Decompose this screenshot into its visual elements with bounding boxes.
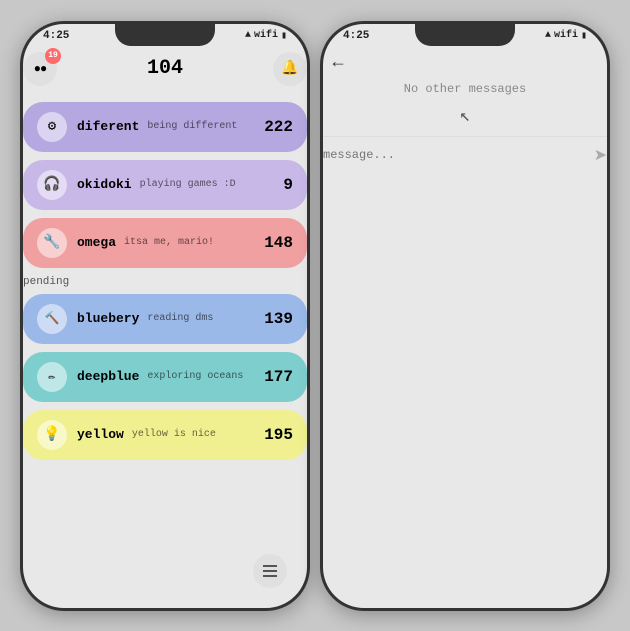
contact-status-deepblue: exploring oceans <box>147 371 243 382</box>
wifi-icon: wifi <box>254 30 278 41</box>
contact-info-omega: omega itsa me, mario! <box>77 235 264 250</box>
time-1: 4:25 <box>43 30 69 42</box>
menu-button[interactable]: ●● 19 <box>23 52 57 86</box>
message-input[interactable] <box>323 148 586 162</box>
no-messages-text: No other messages <box>404 82 526 96</box>
hamburger-icon <box>263 565 277 577</box>
contact-status-diferent: being different <box>147 121 237 132</box>
cursor-icon: ↖ <box>460 105 471 127</box>
phone-2: 4:25 ▲ wifi ▮ ← No other messages ↖ <box>320 21 610 611</box>
contact-card-deepblue[interactable]: ✏ deepblue exploring oceans 177 <box>23 352 307 402</box>
avatar-bluebery: 🔨 <box>37 304 67 334</box>
status-icons-2: ▲ wifi ▮ <box>545 30 587 42</box>
contact-name-omega: omega <box>77 235 116 250</box>
contact-score-omega: 148 <box>264 234 293 252</box>
avatar-omega: 🔧 <box>37 228 67 258</box>
contact-name-deepblue: deepblue <box>77 369 139 384</box>
contact-status-bluebery: reading dms <box>147 313 213 324</box>
signal-icon-2: ▲ <box>545 30 551 41</box>
bottom-menu-button[interactable] <box>253 554 287 588</box>
contact-card-okidoki[interactable]: 🎧 okidoki playing games :D 9 <box>23 160 307 210</box>
avatar-deepblue: ✏ <box>37 362 67 392</box>
phone-1: 4:25 ▲ wifi ▮ ●● 19 104 🔔 ⚙ <box>20 21 310 611</box>
contact-score-deepblue: 177 <box>264 368 293 386</box>
avatar-diferent: ⚙ <box>37 112 67 142</box>
contact-score-bluebery: 139 <box>264 310 293 328</box>
battery-icon-2: ▮ <box>581 30 587 42</box>
contact-card-yellow[interactable]: 💡 yellow yellow is nice 195 <box>23 410 307 460</box>
contact-info-deepblue: deepblue exploring oceans <box>77 369 264 384</box>
send-button[interactable]: ➤ <box>594 145 607 165</box>
contact-score-yellow: 195 <box>264 426 293 444</box>
contact-score-okidoki: 9 <box>283 176 293 194</box>
notification-badge: 19 <box>45 48 61 64</box>
contact-status-okidoki: playing games :D <box>140 179 236 190</box>
contact-info-bluebery: bluebery reading dms <box>77 311 264 326</box>
avatar-yellow: 💡 <box>37 420 67 450</box>
contact-info-yellow: yellow yellow is nice <box>77 427 264 442</box>
contact-card-diferent[interactable]: ⚙ diferent being different 222 <box>23 102 307 152</box>
contact-card-bluebery[interactable]: 🔨 bluebery reading dms 139 <box>23 294 307 344</box>
pending-label: pending <box>23 276 307 288</box>
back-button[interactable]: ← <box>323 48 353 78</box>
time-2: 4:25 <box>343 30 369 42</box>
contact-card-omega[interactable]: 🔧 omega itsa me, mario! 148 <box>23 218 307 268</box>
send-icon: ➤ <box>594 147 607 164</box>
wifi-icon-2: wifi <box>554 30 578 41</box>
contact-score-diferent: 222 <box>264 118 293 136</box>
status-icons-1: ▲ wifi ▮ <box>245 30 287 42</box>
avatar-okidoki: 🎧 <box>37 170 67 200</box>
contact-status-yellow: yellow is nice <box>132 429 216 440</box>
bell-icon: 🔔 <box>281 60 298 77</box>
signal-icon: ▲ <box>245 30 251 41</box>
contact-status-omega: itsa me, mario! <box>124 237 214 248</box>
contact-name-diferent: diferent <box>77 119 139 134</box>
message-input-row: ➤ <box>323 136 607 173</box>
total-count: 104 <box>147 57 183 80</box>
status-bar-1: 4:25 ▲ wifi ▮ <box>23 24 307 44</box>
battery-icon: ▮ <box>281 30 287 42</box>
dots-icon: ●● <box>34 62 46 76</box>
status-bar-2: 4:25 ▲ wifi ▮ <box>323 24 607 44</box>
cursor-area: ↖ <box>323 96 607 136</box>
contact-name-okidoki: okidoki <box>77 177 132 192</box>
contact-info-okidoki: okidoki playing games :D <box>77 177 283 192</box>
contact-info-diferent: diferent being different <box>77 119 264 134</box>
contact-name-yellow: yellow <box>77 427 124 442</box>
back-icon: ← <box>333 53 344 73</box>
contact-name-bluebery: bluebery <box>77 311 139 326</box>
bell-button[interactable]: 🔔 <box>273 52 307 86</box>
phone-header: ●● 19 104 🔔 <box>23 48 307 90</box>
messages-area: No other messages <box>323 82 607 96</box>
